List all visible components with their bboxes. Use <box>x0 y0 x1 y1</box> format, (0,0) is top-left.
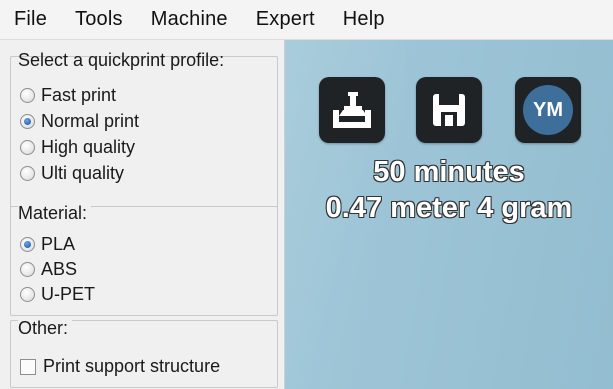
profile-option-label: Ulti quality <box>41 163 125 183</box>
print-support-label: Print support structure <box>43 356 221 376</box>
material-option-pla[interactable]: PLA <box>20 234 75 255</box>
other-group-title: Other: <box>18 318 73 339</box>
profile-option-label: High quality <box>41 137 136 157</box>
radio-fast-print[interactable] <box>20 88 35 103</box>
radio-ulti-quality[interactable] <box>20 166 35 181</box>
menu-expert[interactable]: Expert <box>256 8 315 31</box>
print-support-checkbox[interactable] <box>20 358 36 375</box>
save-button[interactable] <box>416 77 482 143</box>
material-option-abs[interactable]: ABS <box>20 259 77 280</box>
print-material-usage: 0.47 meter 4 gram <box>325 192 573 224</box>
profile-group: Select a quickprint profile: Fast print … <box>10 44 278 208</box>
ym-badge: YM <box>523 85 573 135</box>
profile-option-high-quality[interactable]: High quality <box>20 137 135 158</box>
settings-panel: Select a quickprint profile: Fast print … <box>0 40 285 389</box>
menu-tools[interactable]: Tools <box>75 8 123 31</box>
profile-option-ulti-quality[interactable]: Ulti quality <box>20 163 124 184</box>
profile-group-title: Select a quickprint profile: <box>18 50 225 70</box>
print-time: 50 minutes <box>373 156 525 188</box>
radio-u-pet[interactable] <box>20 287 35 302</box>
radio-pla[interactable] <box>20 237 35 252</box>
menu-bar: File Tools Machine Expert Help <box>0 0 613 40</box>
profile-option-fast-print[interactable]: Fast print <box>20 85 116 106</box>
menu-help[interactable]: Help <box>343 8 385 31</box>
material-option-label: PLA <box>41 234 76 254</box>
load-model-icon <box>333 92 371 128</box>
save-icon <box>433 94 465 126</box>
radio-normal-print[interactable] <box>20 114 35 129</box>
profile-option-label: Normal print <box>41 111 140 131</box>
radio-high-quality[interactable] <box>20 140 35 155</box>
radio-abs[interactable] <box>20 262 35 277</box>
material-option-u-pet[interactable]: U-PET <box>20 284 95 305</box>
load-model-button[interactable] <box>319 77 385 143</box>
material-group-title: Material: <box>18 203 92 224</box>
material-option-label: U-PET <box>41 284 95 304</box>
material-group: Material: PLA ABS U-PET <box>10 203 278 318</box>
material-option-label: ABS <box>41 259 78 279</box>
menu-file[interactable]: File <box>14 8 47 31</box>
ym-button[interactable]: YM <box>515 77 581 143</box>
other-group: Other: Print support structure <box>10 318 278 388</box>
menu-machine[interactable]: Machine <box>151 8 228 31</box>
profile-option-label: Fast print <box>41 85 117 105</box>
model-viewport[interactable]: YM 50 minutes 0.47 meter 4 gram <box>285 40 613 389</box>
profile-option-normal-print[interactable]: Normal print <box>20 111 139 132</box>
print-support-option[interactable]: Print support structure <box>20 356 220 377</box>
